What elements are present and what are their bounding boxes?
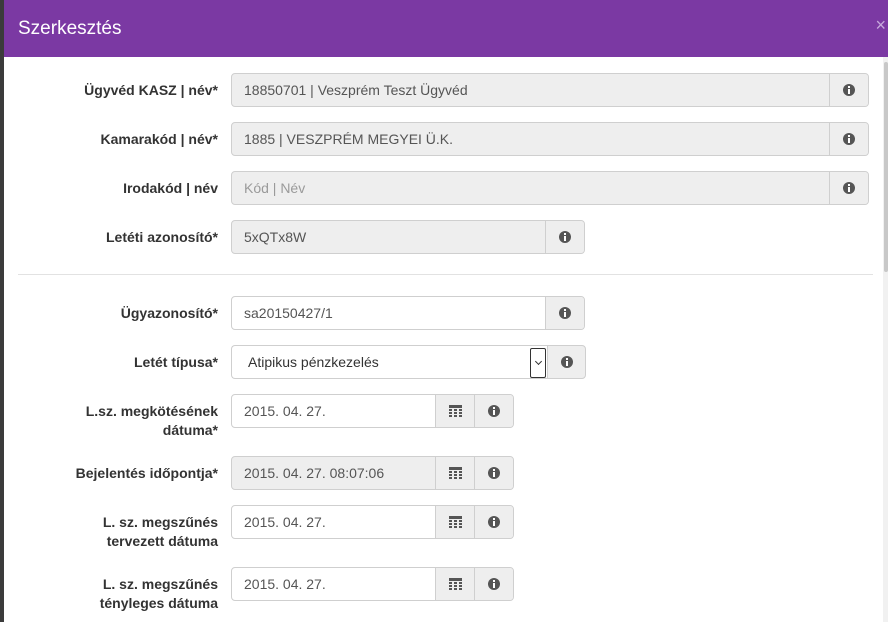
calendar-icon — [448, 405, 462, 417]
calendar-icon — [448, 578, 462, 590]
scrollbar-thumb[interactable] — [884, 62, 888, 272]
label-tenyleges-line2: tényleges dátuma — [99, 595, 218, 611]
kamara-info-button[interactable] — [829, 123, 868, 155]
info-circle-icon — [843, 182, 855, 194]
label-tervezett-line2: tervezett dátuma — [106, 533, 218, 549]
kamara-field[interactable]: 1885 | VESZPRÉM MEGYEI Ü.K. — [231, 122, 869, 156]
iroda-placeholder: Kód | Név — [244, 180, 306, 196]
info-circle-icon — [559, 307, 571, 319]
ugyved-info-button[interactable] — [829, 74, 868, 106]
megkotes-date-input[interactable]: 2015. 04. 27. — [231, 394, 514, 428]
label-tervezett-line1: L. sz. megszűnés — [102, 514, 218, 530]
info-circle-icon — [488, 516, 500, 528]
label-tenyleges: L. sz. megszűnés tényleges dátuma — [8, 575, 218, 613]
calendar-icon — [448, 467, 462, 479]
megkotes-calendar-button[interactable] — [435, 395, 474, 427]
ugyazon-value: sa20150427/1 — [244, 305, 333, 321]
bejelentes-info-button[interactable] — [474, 457, 513, 489]
letet-tipus-info-button[interactable] — [547, 345, 586, 379]
leteti-value: 5xQTx8W — [244, 229, 307, 245]
megkotes-info-button[interactable] — [474, 395, 513, 427]
label-tenyleges-line1: L. sz. megszűnés — [102, 576, 218, 592]
edit-modal: Szerkesztés × Ügyvéd KASZ | név* 1885070… — [4, 0, 888, 622]
letet-tipus-dropdown[interactable]: Atipikus pénzkezelés — [231, 345, 547, 379]
tenyleges-value: 2015. 04. 27. — [244, 576, 326, 592]
tervezett-info-button[interactable] — [474, 506, 513, 538]
label-letet-tipus: Letét típusa* — [133, 354, 218, 370]
chevron-down-icon[interactable] — [530, 348, 546, 378]
ugyved-field[interactable]: 18850701 | Veszprém Teszt Ügyvéd — [231, 73, 869, 107]
tenyleges-calendar-button[interactable] — [435, 568, 474, 600]
label-iroda: Irodakód | név — [123, 180, 218, 196]
close-icon[interactable]: × — [875, 16, 886, 34]
label-tervezett: L. sz. megszűnés tervezett dátuma — [8, 513, 218, 551]
tervezett-date-input[interactable]: 2015. 04. 27. — [231, 505, 514, 539]
ugyved-value: 18850701 | Veszprém Teszt Ügyvéd — [244, 82, 468, 98]
modal-header: Szerkesztés × — [4, 0, 888, 57]
section-divider — [18, 274, 873, 275]
kamara-value: 1885 | VESZPRÉM MEGYEI Ü.K. — [244, 131, 454, 147]
bejelentes-value: 2015. 04. 27. 08:07:06 — [244, 465, 385, 481]
bejelentes-date-field[interactable]: 2015. 04. 27. 08:07:06 — [231, 456, 514, 490]
info-circle-icon — [488, 578, 500, 590]
letet-tipus-select[interactable]: Atipikus pénzkezelés — [231, 345, 586, 379]
label-ugyazon: Ügyazonosító* — [120, 305, 218, 321]
ugyazon-input[interactable]: sa20150427/1 — [231, 296, 585, 330]
info-circle-icon — [560, 356, 573, 368]
ugyazon-info-button[interactable] — [545, 297, 584, 329]
label-megkotes-line2: dátuma* — [162, 422, 218, 438]
megkotes-value: 2015. 04. 27. — [244, 403, 326, 419]
label-megkotes: L.sz. megkötésének dátuma* — [8, 402, 218, 440]
leteti-info-button[interactable] — [545, 221, 584, 253]
bejelentes-calendar-button[interactable] — [435, 457, 474, 489]
info-circle-icon — [488, 467, 500, 479]
iroda-info-button[interactable] — [829, 172, 868, 204]
tenyleges-info-button[interactable] — [474, 568, 513, 600]
info-circle-icon — [843, 133, 855, 145]
calendar-icon — [448, 516, 462, 528]
letet-tipus-value: Atipikus pénzkezelés — [248, 354, 379, 370]
tenyleges-date-input[interactable]: 2015. 04. 27. — [231, 567, 514, 601]
modal-title: Szerkesztés — [18, 18, 122, 39]
info-circle-icon — [559, 231, 571, 243]
info-circle-icon — [843, 84, 855, 96]
tervezett-calendar-button[interactable] — [435, 506, 474, 538]
label-kamara: Kamarakód | név* — [100, 131, 218, 147]
leteti-field[interactable]: 5xQTx8W — [231, 220, 585, 254]
iroda-field[interactable]: Kód | Név — [231, 171, 869, 205]
label-bejelentes: Bejelentés időpontja* — [75, 465, 218, 481]
label-ugyved: Ügyvéd KASZ | név* — [84, 82, 218, 98]
label-leteti: Letéti azonosító* — [105, 229, 218, 245]
label-megkotes-line1: L.sz. megkötésének — [85, 403, 218, 419]
info-circle-icon — [488, 405, 500, 417]
tervezett-value: 2015. 04. 27. — [244, 514, 326, 530]
